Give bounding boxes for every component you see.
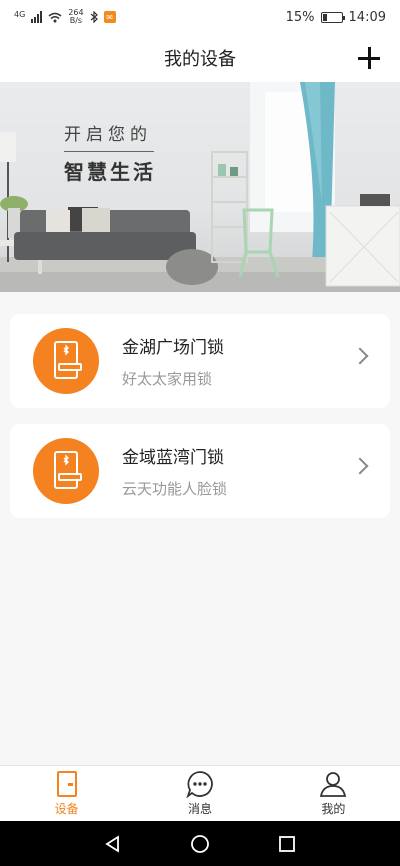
chevron-right-icon: [351, 457, 369, 475]
status-bar: 4G 264 B/s ✉ 15% 14:09: [0, 0, 400, 34]
bottom-tab-bar: 设备 消息 我的: [0, 765, 400, 821]
tab-messages-label: 消息: [187, 802, 212, 816]
network-speed: 264 B/s: [68, 9, 83, 25]
banner-slogan: 开启您的 智慧生活: [64, 120, 156, 185]
device-name: 金域蓝湾门锁: [122, 448, 224, 468]
system-nav-bar: [0, 821, 400, 866]
living-room-illustration: [0, 82, 400, 292]
wifi-icon: [48, 12, 62, 22]
banner-divider: [64, 151, 154, 152]
bluetooth-icon: [90, 11, 98, 23]
tab-profile-label: 我的: [321, 802, 346, 816]
device-card[interactable]: 金域蓝湾门锁 云天功能人脸锁: [10, 424, 390, 518]
battery-icon: [320, 11, 345, 23]
signal-icon: [31, 11, 43, 23]
status-left: 4G 264 B/s ✉: [14, 9, 116, 25]
banner-line-1: 开启您的: [64, 125, 152, 145]
add-device-button[interactable]: [354, 43, 384, 73]
network-type: 4G: [14, 9, 26, 19]
promo-banner[interactable]: 开启您的 智慧生活: [0, 82, 400, 292]
chevron-right-icon: [351, 347, 369, 365]
status-right: 15% 14:09: [286, 10, 386, 25]
back-icon[interactable]: [103, 834, 123, 854]
door-lock-icon: [33, 438, 99, 504]
home-icon[interactable]: [190, 834, 210, 854]
person-icon: [320, 772, 347, 797]
device-name: 金湖广场门锁: [122, 338, 224, 358]
device-description: 云天功能人脸锁: [122, 480, 228, 498]
tab-devices-label: 设备: [54, 802, 79, 816]
door-lock-icon: [33, 328, 99, 394]
device-card[interactable]: 金湖广场门锁 好太太家用锁: [10, 314, 390, 408]
recents-icon[interactable]: [277, 834, 297, 854]
battery-percent: 15%: [285, 9, 315, 25]
page-title: 我的设备: [164, 49, 236, 70]
device-description: 好太太家用锁: [122, 370, 213, 388]
clock: 14:09: [348, 9, 386, 25]
app-header: 我的设备: [0, 34, 400, 82]
banner-line-2: 智慧生活: [64, 160, 156, 184]
tab-devices[interactable]: 设备: [0, 766, 133, 821]
network-speed-unit: B/s: [69, 16, 83, 25]
app-notification-icon: ✉: [103, 11, 116, 23]
device-info: 金域蓝湾门锁 云天功能人脸锁: [122, 443, 227, 499]
door-lock-icon: [56, 771, 77, 797]
tab-messages[interactable]: 消息: [133, 766, 266, 821]
device-info: 金湖广场门锁 好太太家用锁: [122, 333, 224, 389]
tab-profile[interactable]: 我的: [267, 766, 400, 821]
chat-bubble-icon: [186, 771, 213, 798]
